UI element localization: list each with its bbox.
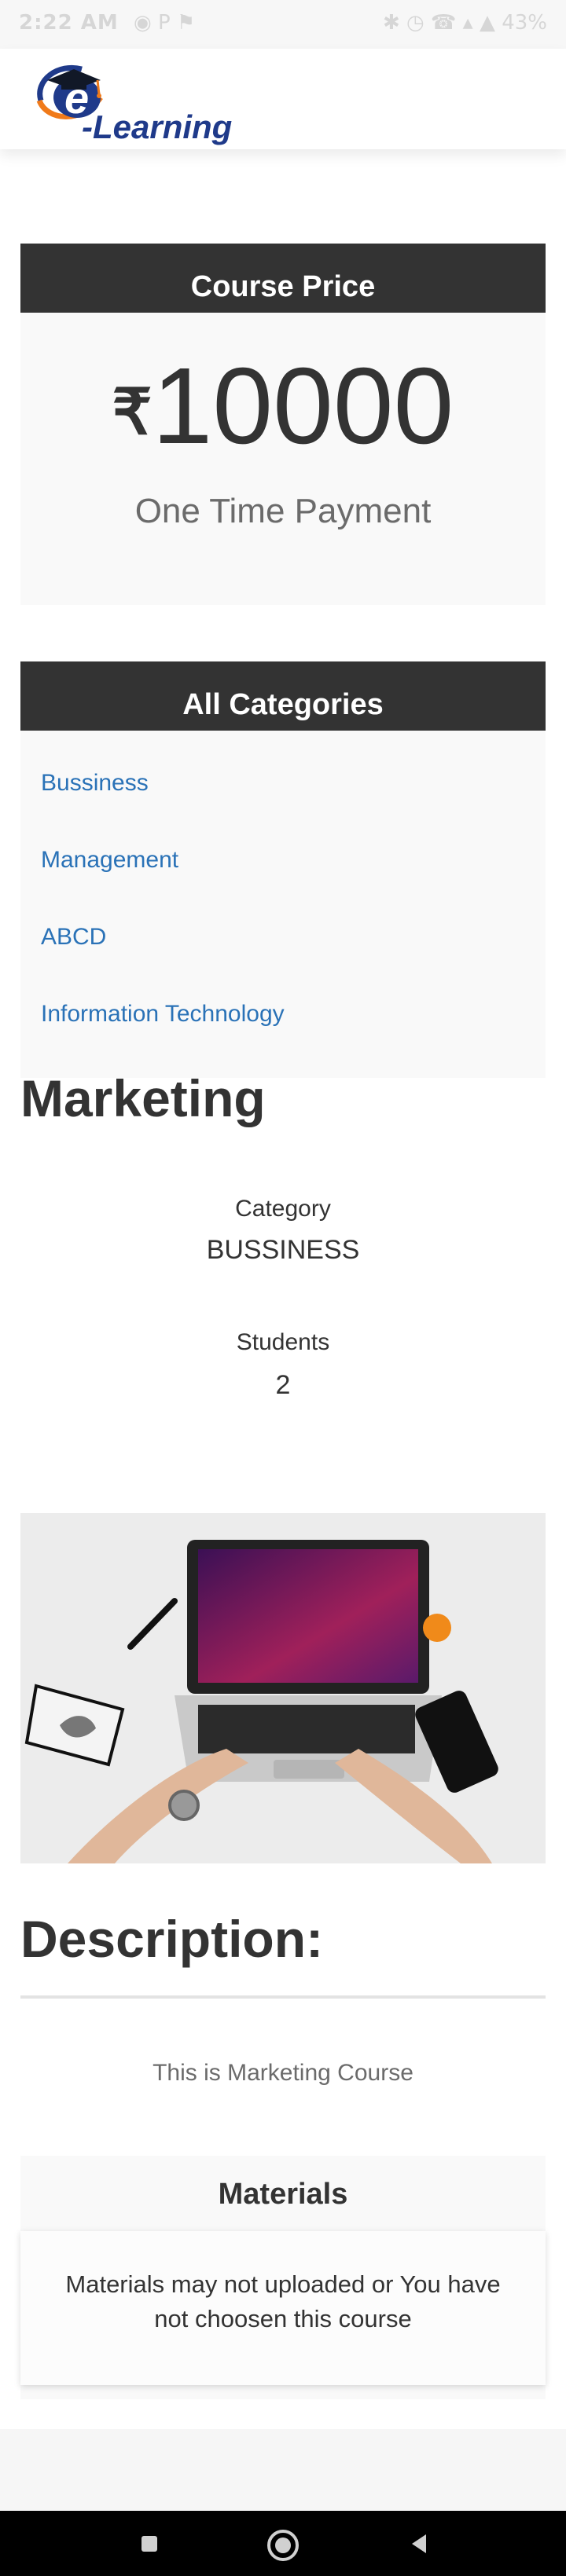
payment-note: One Time Payment [134, 492, 432, 530]
recent-apps-icon[interactable] [134, 2528, 165, 2560]
course-image [20, 1513, 546, 1863]
categories-card-header: All Categories [20, 661, 546, 731]
students-value: 2 [275, 1370, 291, 1400]
status-time: 2:22 AM [19, 11, 119, 35]
home-icon[interactable] [266, 2528, 299, 2561]
category-link-information-technology[interactable]: Information Technology [41, 1001, 285, 1078]
students-label: Students [236, 1329, 330, 1355]
materials-title: Materials [218, 2178, 348, 2211]
price-card-header: Course Price [20, 244, 546, 313]
system-status-icons: ✱ ◷ ☎ ▴ ▲ 43% [382, 11, 547, 35]
category-link-abcd[interactable]: ABCD [41, 924, 285, 1001]
category-value: BUSSINESS [206, 1235, 360, 1265]
course-price: ₹10000 [20, 344, 546, 469]
system-navigation-bar [0, 2511, 566, 2576]
currency-symbol: ₹ [112, 377, 153, 447]
description-title: Description: [20, 1910, 324, 1968]
status-bar: 2:22 AM ◉ P ⚑ ✱ ◷ ☎ ▴ ▲ 43% [0, 0, 566, 49]
category-link-bussiness[interactable]: Bussiness [41, 770, 285, 847]
back-icon[interactable] [404, 2528, 436, 2560]
category-label: Category [235, 1196, 331, 1222]
category-link-management[interactable]: Management [41, 847, 285, 924]
course-title: Marketing [20, 1069, 266, 1127]
logo-text: -Learning [82, 108, 233, 145]
categories-card-body: Bussiness Management ABCD Information Te… [20, 731, 546, 1078]
category-list: Bussiness Management ABCD Information Te… [41, 770, 285, 1078]
notification-icons: ◉ P ⚑ [134, 11, 196, 35]
price-card-body: ₹10000 One Time Payment [20, 313, 546, 605]
materials-message: Materials may not uploaded or You have n… [65, 2270, 501, 2332]
divider [20, 1995, 546, 1999]
price-amount: 10000 [152, 346, 454, 467]
footer [0, 2429, 566, 2511]
laptop-desk-image [20, 1513, 546, 1863]
app-header: e -Learning [0, 49, 566, 149]
materials-section: Materials Materials may not uploaded or … [20, 2156, 546, 2399]
materials-card: Materials may not uploaded or You have n… [20, 2231, 546, 2385]
description-text: This is Marketing Course [153, 2060, 413, 2086]
